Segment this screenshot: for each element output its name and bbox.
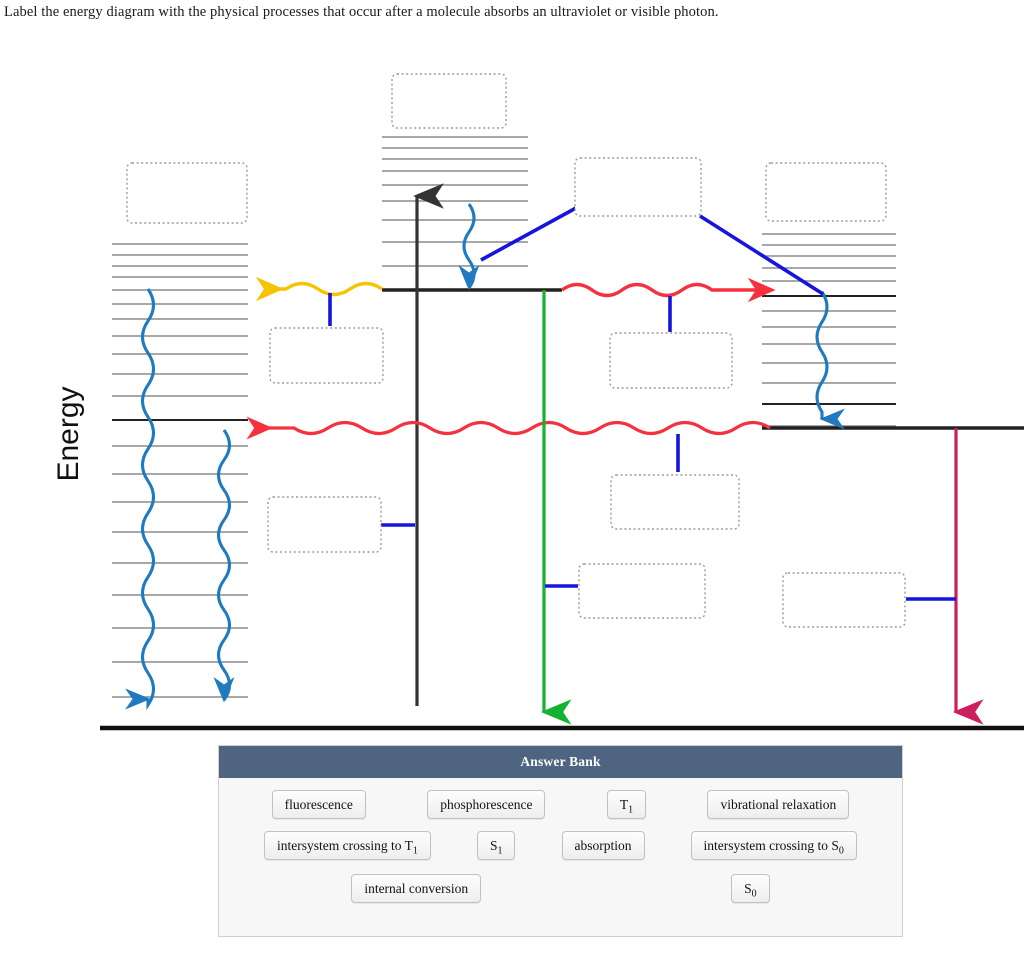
answer-chip-s0[interactable]: S0 — [731, 874, 770, 903]
svg-text:Energy: Energy — [52, 386, 85, 481]
intersystem-crossing-to-s0-wavy-arrow — [246, 416, 771, 440]
answer-chip-t1[interactable]: T1 — [606, 790, 647, 819]
dropzone-phosphorescence[interactable] — [782, 572, 906, 628]
answer-chip-isc-to-t1[interactable]: intersystem crossing to T1 — [264, 831, 431, 860]
answer-chip-absorption[interactable]: absorption — [561, 831, 645, 860]
dropzone-internal-conversion[interactable] — [267, 496, 382, 553]
dropzone-absorption[interactable] — [578, 563, 706, 619]
vibrational-relaxation-s1-wavy-arrow — [462, 203, 494, 310]
connector-vibrel-left — [480, 206, 577, 262]
answer-chip-phosphorescence[interactable]: phosphorescence — [427, 790, 546, 819]
answer-chip-s1[interactable]: S1 — [476, 831, 516, 860]
answer-bank-title: Answer Bank — [219, 746, 902, 778]
answer-bank-row-1: fluorescence phosphorescence T1 vibratio… — [219, 790, 902, 819]
vibrational-relaxation-s0-wavy-arrow — [216, 429, 249, 723]
answer-bank: Answer Bank fluorescence phosphorescence… — [218, 745, 903, 937]
question-prompt: Label the energy diagram with the physic… — [4, 4, 719, 20]
fluorescence-wavy-arrow — [255, 276, 383, 302]
answer-bank-row-3: internal conversion S0 — [219, 874, 902, 903]
dropzone-vibrational-relaxation[interactable] — [574, 157, 702, 217]
internal-conversion-wavy-arrow — [125, 288, 156, 710]
answer-chip-fluorescence[interactable]: fluorescence — [271, 790, 366, 819]
dropzone-group — [126, 73, 906, 628]
connector-vibrel-right — [699, 214, 824, 296]
dropzone-s0-state[interactable] — [126, 162, 248, 224]
answer-chip-isc-to-s0[interactable]: intersystem crossing to S0 — [690, 831, 857, 860]
dropzone-s1-state[interactable] — [391, 73, 507, 129]
y-axis-label: Energy — [52, 386, 85, 481]
answer-bank-row-2: intersystem crossing to T1 S1 absorption… — [219, 831, 902, 860]
answer-chip-vibrational-relaxation[interactable]: vibrational relaxation — [707, 790, 850, 819]
dropzone-isc-to-t1[interactable] — [609, 332, 733, 389]
dropzone-t1-state[interactable] — [765, 162, 887, 222]
answer-chip-internal-conversion[interactable]: internal conversion — [351, 874, 482, 903]
jablonski-diagram: Energy — [0, 34, 1024, 744]
t1-vibrational-levels — [762, 233, 896, 427]
dropzone-fluorescence[interactable] — [269, 327, 384, 384]
intersystem-crossing-to-t1-wavy-arrow — [560, 277, 776, 303]
dropzone-isc-to-s0[interactable] — [610, 474, 740, 530]
